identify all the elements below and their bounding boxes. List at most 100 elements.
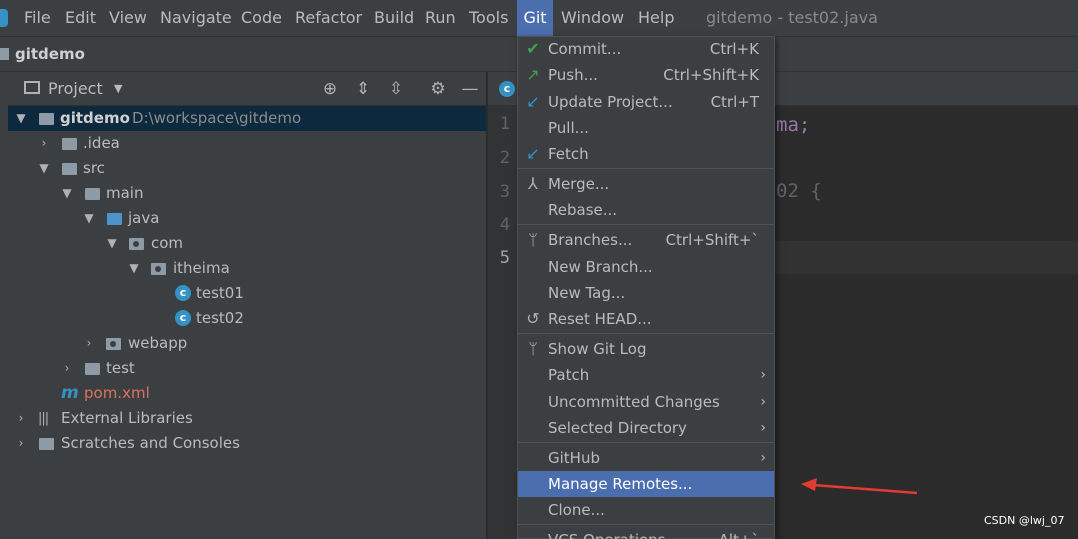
menu-help[interactable]: Help	[638, 0, 674, 36]
menu-separator	[518, 524, 774, 525]
chevron-right-icon[interactable]: ›	[83, 331, 95, 356]
git-log-icon: ᛘ	[528, 339, 538, 358]
tree-label: webapp	[128, 334, 188, 352]
tree-row-pom[interactable]: m pom.xml	[8, 381, 486, 406]
breadcrumb-project[interactable]: gitdemo	[15, 37, 85, 71]
menu-item-new-tag[interactable]: New Tag...	[518, 280, 774, 306]
menu-refactor[interactable]: Refactor	[295, 0, 362, 36]
package-icon	[151, 263, 166, 275]
tree-row-external-libraries[interactable]: › ||| External Libraries	[8, 406, 486, 431]
menu-item-pull[interactable]: Pull...	[518, 115, 774, 141]
chevron-right-icon[interactable]: ›	[15, 431, 27, 456]
menu-item-label: Commit...	[548, 40, 622, 58]
submenu-arrow-icon: ›	[760, 367, 766, 383]
menu-item-branches[interactable]: ᛘ Branches... Ctrl+Shift+`	[518, 227, 774, 253]
folder-icon	[85, 188, 100, 200]
menu-item-vcs-operations[interactable]: VCS Operations Alt+`	[518, 527, 774, 539]
code-text: ma;	[776, 114, 811, 136]
tree-label: itheima	[173, 259, 230, 277]
menu-item-label: Reset HEAD...	[548, 310, 652, 328]
chevron-down-icon[interactable]: ▼	[114, 72, 122, 106]
tree-row-main[interactable]: ▼ main	[8, 181, 486, 206]
watermark: CSDN @lwj_07	[984, 514, 1065, 527]
tree-row-idea[interactable]: › .idea	[8, 131, 486, 156]
menu-item-github[interactable]: GitHub ›	[518, 445, 774, 471]
menu-item-new-branch[interactable]: New Branch...	[518, 254, 774, 280]
menu-file[interactable]: File	[24, 0, 51, 36]
menu-git[interactable]: Git	[517, 0, 553, 36]
code-text: ma;	[776, 114, 810, 136]
tree-row-test01[interactable]: c test01	[8, 281, 486, 306]
tree-row-webapp[interactable]: › webapp	[8, 331, 486, 356]
folder-icon	[62, 163, 77, 175]
tree-row-test[interactable]: › test	[8, 356, 486, 381]
collapse-all-icon[interactable]: ⇳	[386, 79, 406, 99]
chevron-right-icon[interactable]: ›	[15, 406, 27, 431]
menu-item-manage-remotes[interactable]: Manage Remotes...	[518, 471, 774, 497]
menu-item-label: New Branch...	[548, 258, 653, 276]
chevron-down-icon[interactable]: ▼	[38, 156, 50, 181]
menu-window[interactable]: Window	[561, 0, 624, 36]
update-arrow-icon: ↙	[526, 92, 540, 111]
menu-item-patch[interactable]: Patch ›	[518, 362, 774, 388]
menu-item-rebase[interactable]: Rebase...	[518, 197, 774, 223]
menu-view[interactable]: View	[109, 0, 147, 36]
chevron-down-icon[interactable]: ▼	[106, 231, 118, 256]
menu-navigate[interactable]: Navigate	[160, 0, 232, 36]
menu-item-uncommitted-changes[interactable]: Uncommitted Changes ›	[518, 389, 774, 415]
locate-target-icon[interactable]: ⊕	[320, 79, 340, 99]
scratches-icon	[39, 438, 54, 450]
menu-item-selected-directory[interactable]: Selected Directory ›	[518, 415, 774, 441]
hide-panel-icon[interactable]: —	[460, 79, 480, 99]
tree-path: D:\workspace\gitdemo	[132, 109, 302, 127]
menu-item-show-git-log[interactable]: ᛘ Show Git Log	[518, 336, 774, 362]
gear-icon[interactable]: ⚙	[428, 79, 448, 99]
tree-row-com[interactable]: ▼ com	[8, 231, 486, 256]
tree-row-itheima[interactable]: ▼ itheima	[8, 256, 486, 281]
chevron-down-icon[interactable]: ▼	[15, 106, 27, 131]
folder-icon	[85, 363, 100, 375]
tree-row-scratches[interactable]: › Scratches and Consoles	[8, 431, 486, 456]
menu-item-label: Branches...	[548, 231, 633, 249]
tree-label: gitdemo	[60, 109, 130, 127]
folder-icon	[0, 48, 9, 60]
java-class-icon[interactable]: c	[499, 81, 515, 97]
menu-item-clone[interactable]: Clone...	[518, 497, 774, 523]
menu-edit[interactable]: Edit	[65, 0, 96, 36]
menu-run[interactable]: Run	[425, 0, 456, 36]
menu-item-reset-head[interactable]: ↺ Reset HEAD...	[518, 306, 774, 332]
chevron-right-icon[interactable]: ›	[61, 356, 73, 381]
menu-item-fetch[interactable]: ↙ Fetch	[518, 141, 774, 167]
menu-item-label: VCS Operations	[548, 527, 666, 539]
chevron-down-icon[interactable]: ▼	[61, 181, 73, 206]
project-panel-header: Project ▼ ⊕ ⇕ ⇳ ⚙ —	[8, 72, 486, 106]
chevron-down-icon[interactable]: ▼	[83, 206, 95, 231]
menu-item-merge[interactable]: ⅄ Merge...	[518, 171, 774, 197]
chevron-down-icon[interactable]: ▼	[128, 256, 140, 281]
tree-row-java[interactable]: ▼ java	[8, 206, 486, 231]
tree-label: java	[128, 209, 160, 227]
menu-item-label: Clone...	[548, 501, 605, 519]
check-icon: ✔	[526, 39, 540, 58]
submenu-arrow-icon: ›	[760, 420, 766, 436]
menu-separator	[518, 333, 774, 334]
chevron-right-icon[interactable]: ›	[38, 131, 50, 156]
folder-icon	[62, 138, 77, 150]
project-view-selector[interactable]: Project	[48, 72, 103, 106]
menu-item-commit[interactable]: ✔ Commit... Ctrl+K	[518, 36, 774, 62]
menu-build[interactable]: Build	[374, 0, 414, 36]
tree-row-src[interactable]: ▼ src	[8, 156, 486, 181]
project-view-icon	[24, 81, 40, 94]
tree-row-test02[interactable]: c test02	[8, 306, 486, 331]
menu-item-label: GitHub	[548, 449, 600, 467]
intellij-logo-icon	[0, 9, 8, 27]
menu-item-push[interactable]: ↗ Push... Ctrl+Shift+K	[518, 62, 774, 88]
expand-all-icon[interactable]: ⇕	[353, 79, 373, 99]
web-folder-icon	[106, 338, 121, 350]
menu-code[interactable]: Code	[241, 0, 282, 36]
fetch-icon: ↙	[526, 144, 540, 163]
line-number: 5	[499, 248, 510, 268]
menu-item-update-project[interactable]: ↙ Update Project... Ctrl+T	[518, 89, 774, 115]
tree-row-gitdemo[interactable]: ▼ gitdemo D:\workspace\gitdemo	[8, 106, 486, 131]
menu-tools[interactable]: Tools	[469, 0, 508, 36]
